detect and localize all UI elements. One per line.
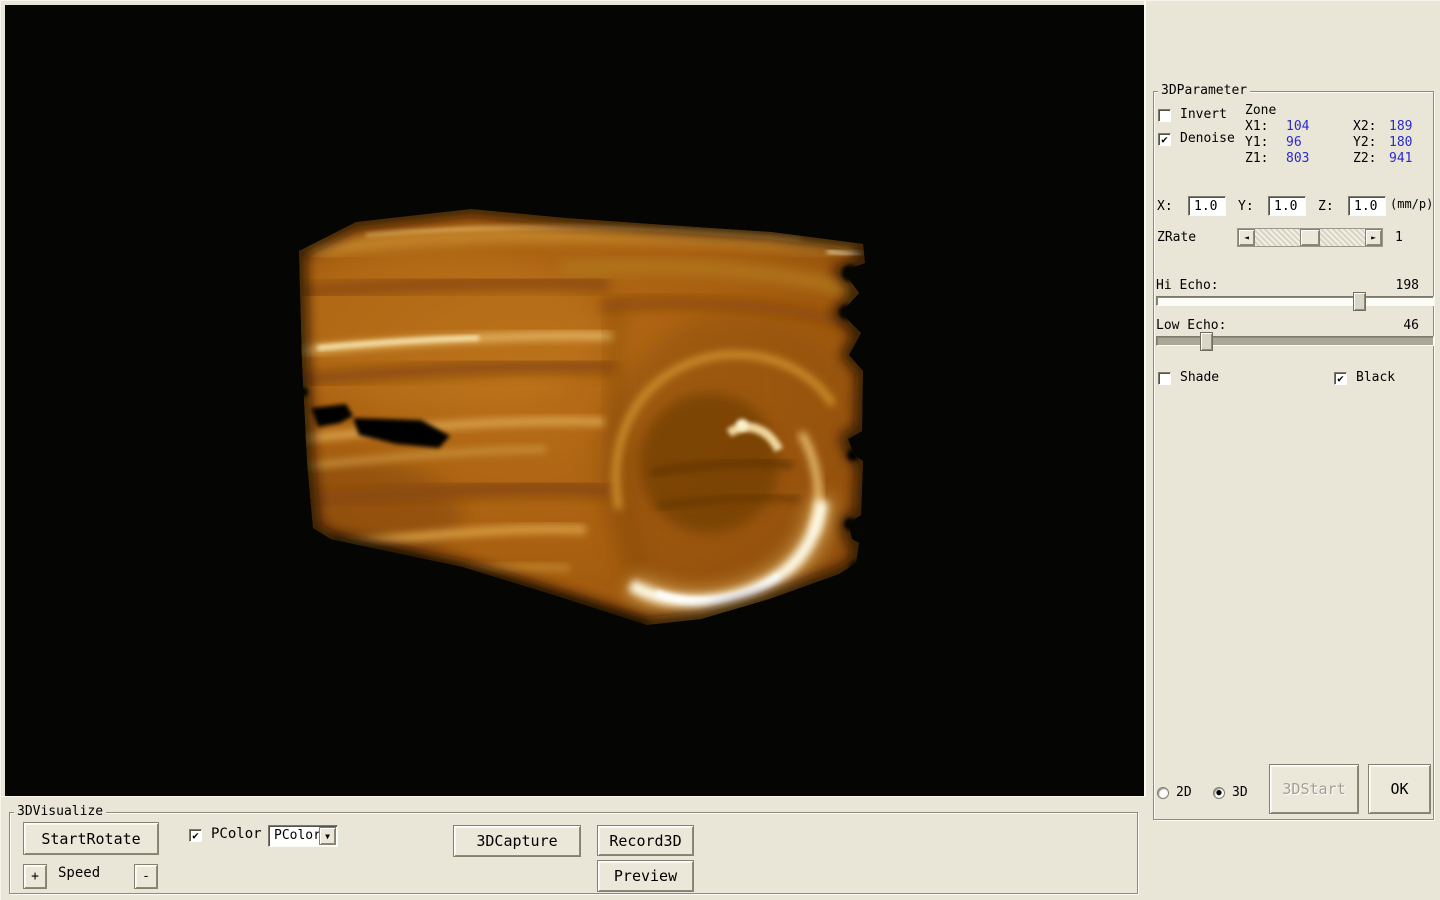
scale-z-input[interactable] (1348, 196, 1386, 216)
3dcapture-button[interactable]: 3DCapture (453, 825, 581, 857)
pcolor-label: PColor (211, 827, 262, 842)
mode-3d-label: 3D (1232, 785, 1248, 800)
zone-z1-value: 803 (1286, 151, 1309, 166)
visualize-panel: 3DVisualize StartRotate ✔ PColor PColor … (1, 796, 1146, 900)
zone-y2-label: Y2: (1353, 135, 1376, 150)
volume-rendering (5, 5, 1144, 796)
mode-2d-radio[interactable] (1157, 787, 1169, 799)
invert-checkbox[interactable] (1158, 109, 1171, 122)
denoise-label: Denoise (1180, 131, 1235, 146)
zone-z2-value: 941 (1389, 151, 1412, 166)
black-label: Black (1356, 370, 1395, 385)
hi-echo-slider-thumb[interactable] (1353, 292, 1366, 311)
mode-2d-label: 2D (1176, 785, 1192, 800)
scale-y-input[interactable] (1268, 196, 1306, 216)
zrate-thumb[interactable] (1300, 229, 1320, 246)
low-echo-value: 46 (1386, 318, 1419, 333)
zone-z1-label: Z1: (1245, 151, 1268, 166)
low-echo-slider-track[interactable] (1156, 336, 1434, 346)
speed-plus-button[interactable]: + (23, 864, 47, 889)
pcolor-dropdown-value: PColor (274, 828, 321, 843)
zrate-scrollbar[interactable]: ◄ ► (1237, 228, 1383, 247)
pcolor-checkbox[interactable]: ✔ (189, 829, 202, 842)
start-rotate-button[interactable]: StartRotate (23, 822, 159, 855)
zone-x1-value: 104 (1286, 119, 1309, 134)
zone-x2-value: 189 (1389, 119, 1412, 134)
3dstart-button[interactable]: 3DStart (1269, 764, 1359, 814)
chevron-down-icon: ▼ (325, 832, 330, 841)
zone-y2-value: 180 (1389, 135, 1412, 150)
denoise-checkmark: ✔ (1161, 134, 1168, 145)
invert-label: Invert (1180, 107, 1227, 122)
render-viewport[interactable] (5, 5, 1144, 796)
denoise-checkbox[interactable]: ✔ (1158, 133, 1171, 146)
scale-x-label: X: (1157, 199, 1173, 214)
zrate-left-arrow-button[interactable]: ◄ (1238, 229, 1255, 246)
shade-checkbox[interactable] (1158, 372, 1171, 385)
application-window: 3DParameter Invert ✔ Denoise Zone X1: 10… (0, 0, 1440, 900)
right-arrow-icon: ► (1371, 233, 1376, 242)
black-checkmark: ✔ (1337, 373, 1344, 384)
mode-3d-radio[interactable]: ● (1213, 787, 1225, 799)
hi-echo-label: Hi Echo: (1156, 278, 1219, 293)
scale-x-input[interactable] (1188, 196, 1226, 216)
scale-y-label: Y: (1238, 199, 1254, 214)
zone-z2-label: Z2: (1353, 151, 1376, 166)
low-echo-slider-thumb[interactable] (1200, 332, 1213, 351)
left-arrow-icon: ◄ (1244, 233, 1249, 242)
scale-z-label: Z: (1318, 199, 1334, 214)
hi-echo-value: 198 (1386, 278, 1419, 293)
zrate-label: ZRate (1157, 230, 1196, 245)
pcolor-dropdown[interactable]: PColor ▼ (268, 825, 338, 847)
visualize-group-title: 3DVisualize (14, 804, 106, 819)
black-checkbox[interactable]: ✔ (1334, 372, 1347, 385)
parameter-group-title: 3DParameter (1158, 83, 1250, 98)
zone-x2-label: X2: (1353, 119, 1376, 134)
zone-y1-value: 96 (1286, 135, 1302, 150)
pcolor-dropdown-button[interactable]: ▼ (319, 827, 336, 845)
mode-3d-radio-dot: ● (1216, 789, 1221, 798)
parameter-panel: 3DParameter Invert ✔ Denoise Zone X1: 10… (1146, 1, 1440, 900)
ok-button[interactable]: OK (1368, 764, 1431, 814)
scale-unit-label: (mm/p) (1390, 197, 1433, 212)
zone-y1-label: Y1: (1245, 135, 1268, 150)
zrate-value: 1 (1395, 230, 1403, 245)
preview-button[interactable]: Preview (597, 860, 694, 892)
low-echo-label: Low Echo: (1156, 318, 1226, 333)
pcolor-checkmark: ✔ (192, 830, 199, 841)
shade-label: Shade (1180, 370, 1219, 385)
zrate-right-arrow-button[interactable]: ► (1365, 229, 1382, 246)
hi-echo-slider-track[interactable] (1156, 296, 1434, 306)
speed-label: Speed (58, 866, 100, 881)
zone-title: Zone (1245, 103, 1276, 118)
record3d-button[interactable]: Record3D (597, 825, 694, 856)
zone-x1-label: X1: (1245, 119, 1268, 134)
speed-minus-button[interactable]: - (134, 864, 158, 889)
